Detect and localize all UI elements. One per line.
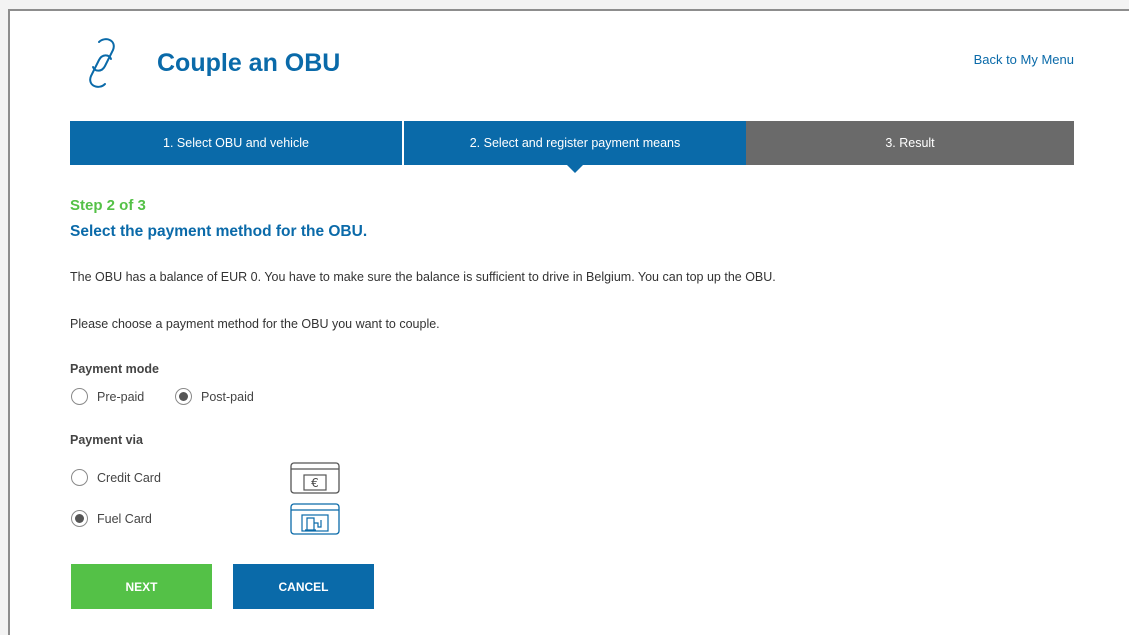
page-frame: Couple an OBU Back to My Menu 1. Select … (8, 9, 1129, 635)
postpaid-label: Post-paid (201, 389, 254, 404)
postpaid-radio[interactable] (175, 388, 192, 405)
payment-via-label: Payment via (70, 433, 143, 447)
section-title: Select the payment method for the OBU. (70, 223, 368, 240)
fuel-card-icon (290, 503, 340, 535)
instruction-text: Please choose a payment method for the O… (70, 317, 440, 331)
payment-mode-label: Payment mode (70, 362, 159, 376)
fuel-card-radio[interactable] (71, 510, 88, 527)
chain-link-icon (89, 38, 115, 88)
next-button[interactable]: NEXT (71, 564, 212, 609)
prepaid-radio-option[interactable]: Pre-paid (71, 388, 144, 405)
step-3-tab: 3. Result (746, 121, 1074, 165)
credit-card-radio-option[interactable]: Credit Card (71, 469, 161, 486)
credit-card-radio[interactable] (71, 469, 88, 486)
step-counter: Step 2 of 3 (70, 197, 146, 214)
prepaid-radio[interactable] (71, 388, 88, 405)
svg-text:€: € (311, 476, 319, 490)
cancel-button[interactable]: CANCEL (233, 564, 374, 609)
prepaid-label: Pre-paid (97, 389, 145, 404)
step-1-tab: 1. Select OBU and vehicle (70, 121, 402, 165)
fuel-card-label: Fuel Card (97, 511, 152, 526)
postpaid-radio-option[interactable]: Post-paid (175, 388, 254, 405)
progress-steps: 1. Select OBU and vehicle 2. Select and … (70, 121, 1074, 173)
credit-card-euro-icon: € (290, 462, 340, 494)
balance-text: The OBU has a balance of EUR 0. You have… (70, 270, 776, 284)
fuel-card-radio-option[interactable]: Fuel Card (71, 510, 152, 527)
page-title: Couple an OBU (157, 49, 341, 77)
step-2-tab: 2. Select and register payment means (402, 121, 746, 173)
credit-card-label: Credit Card (97, 470, 161, 485)
back-to-menu-link[interactable]: Back to My Menu (974, 52, 1074, 67)
